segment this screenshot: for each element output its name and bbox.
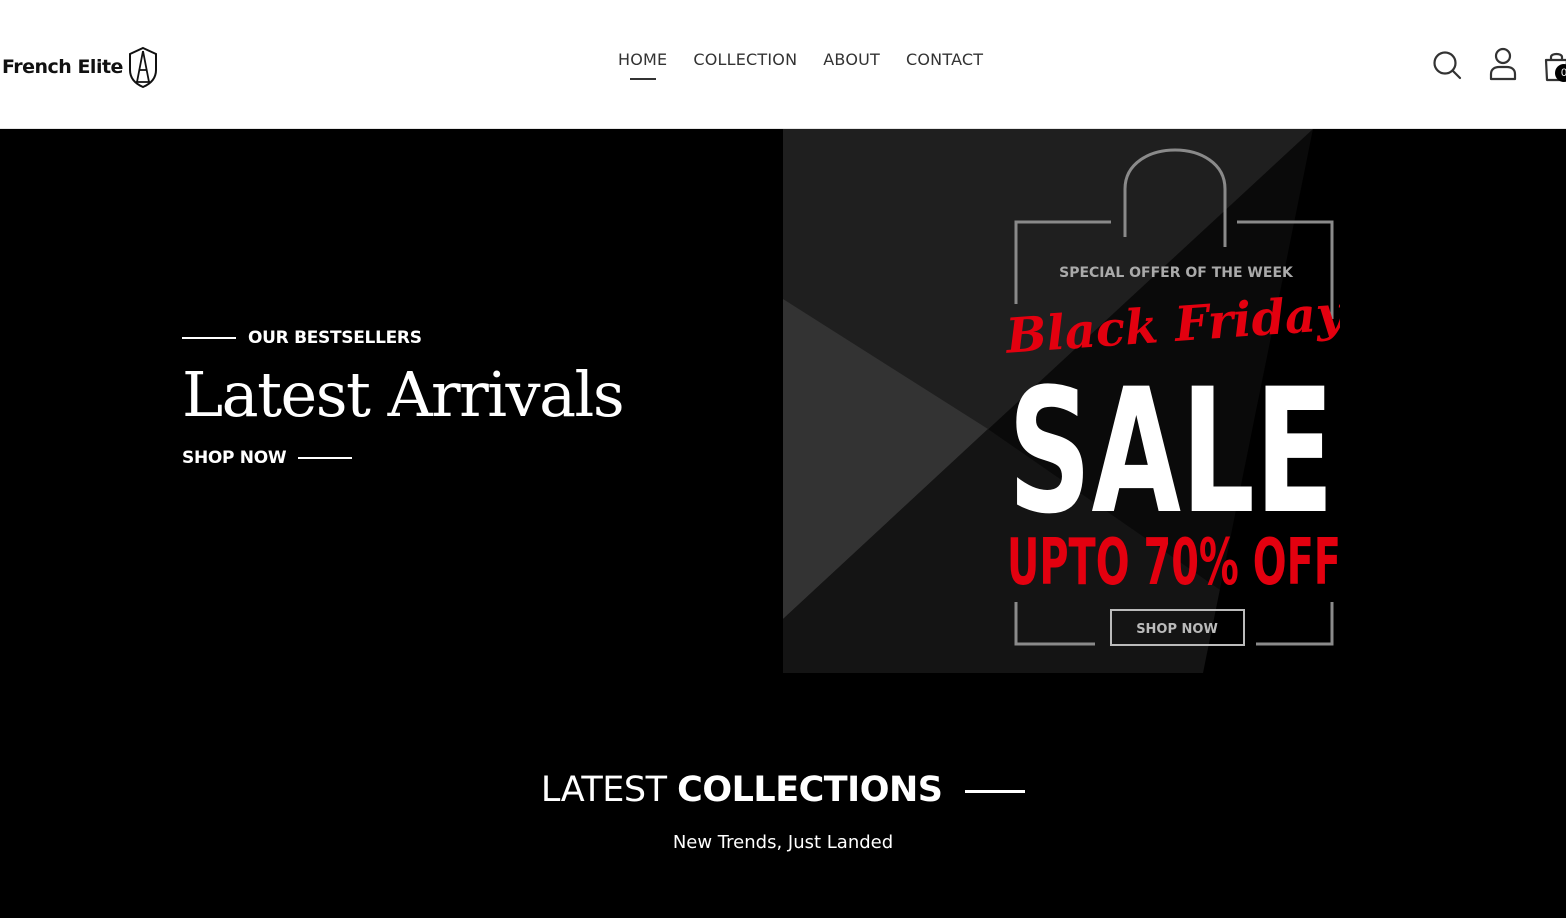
eyebrow-divider [182, 337, 236, 339]
shop-now-divider [298, 457, 353, 459]
brand-name: French Elite [2, 56, 123, 78]
cart-count-badge: 0 [1555, 64, 1566, 82]
site-header: French Elite HOME COLLECTION ABOUT CONTA… [0, 0, 1566, 129]
promo-shop-now-button[interactable]: SHOP NOW [1136, 622, 1218, 637]
main-nav: HOME COLLECTION ABOUT CONTACT [618, 50, 1009, 80]
brand-logo[interactable]: French Elite [2, 44, 160, 90]
collections-title-bold: COLLECTIONS [677, 770, 943, 810]
search-icon[interactable] [1432, 50, 1462, 80]
promo-eyebrow: SPECIAL OFFER OF THE WEEK [1059, 265, 1294, 281]
collections-title-light: LATEST [540, 770, 667, 810]
promo-graphic: SPECIAL OFFER OF THE WEEK Black Friday S… [783, 129, 1340, 673]
promo-headline: SALE [1008, 351, 1334, 552]
nav-about[interactable]: ABOUT [823, 50, 880, 69]
hero-shop-now-link[interactable]: SHOP NOW [182, 448, 623, 468]
user-icon[interactable] [1489, 47, 1517, 81]
latest-collections-heading: LATEST COLLECTIONS [0, 770, 1566, 810]
promo-discount: UPTO 70% OFF [1007, 526, 1340, 600]
hero-title: Latest Arrivals [182, 358, 625, 431]
nav-home[interactable]: HOME [618, 50, 667, 80]
hero-eyebrow: OUR BESTSELLERS [182, 328, 623, 348]
collections-subtitle: New Trends, Just Landed [672, 832, 894, 853]
black-friday-promo-banner[interactable]: SPECIAL OFFER OF THE WEEK Black Friday S… [783, 129, 1340, 673]
eiffel-tower-logo-icon [128, 46, 157, 88]
nav-contact[interactable]: CONTACT [906, 50, 983, 69]
hero-eyebrow-label: OUR BESTSELLERS [248, 328, 422, 348]
hero-shop-now-label: SHOP NOW [182, 448, 287, 468]
nav-collection[interactable]: COLLECTION [693, 50, 797, 69]
collections-divider [965, 789, 1026, 793]
cart-button[interactable]: 0 [1543, 50, 1566, 84]
hero-text: OUR BESTSELLERS Latest Arrivals SHOP NOW [182, 328, 625, 468]
